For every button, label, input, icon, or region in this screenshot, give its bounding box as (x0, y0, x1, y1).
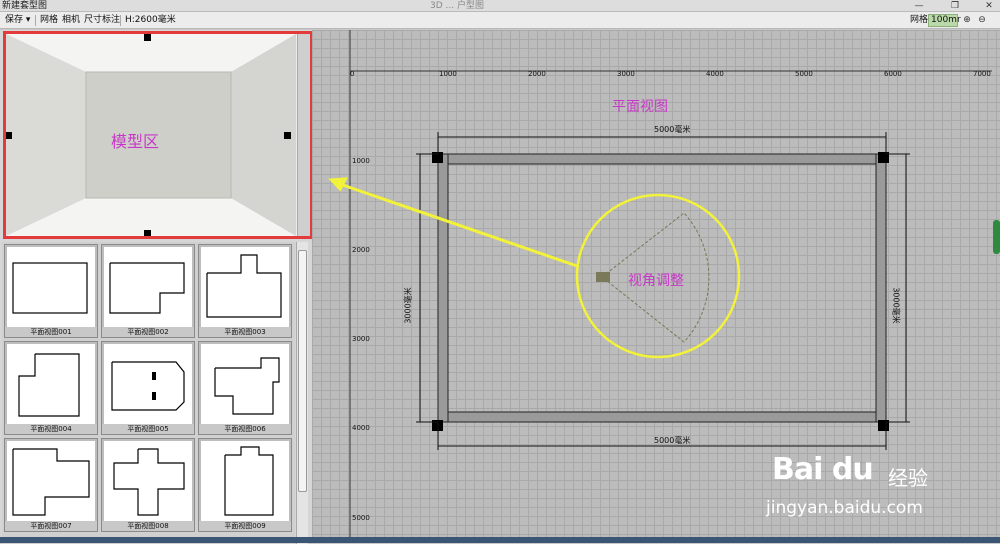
toolbar: 保存 ▾ 网格 相机 尺寸标注 H:2600毫米 网格 100mr ⊕ ⊖ (0, 12, 1000, 29)
zoom-select[interactable]: 100mr (928, 14, 961, 27)
zoom-in-icon[interactable]: ⊕ (960, 14, 974, 27)
minimize-icon[interactable]: — (912, 0, 926, 12)
camera-icon (596, 272, 610, 282)
model-area-label: 模型区 (111, 132, 160, 151)
dimension-button[interactable]: 尺寸标注 (82, 12, 122, 29)
dropdown-icon: ▾ (25, 15, 31, 25)
save-label: 保存 (5, 15, 24, 25)
floor-plan-preview (104, 344, 192, 424)
close-icon[interactable]: ✕ (982, 0, 996, 12)
camera-button[interactable]: 相机 (60, 12, 82, 29)
left-pane: 模型区 平面视图001 平面视图002 平面视图003 平面视图004 平面视图… (0, 30, 313, 544)
thumbnail-item[interactable]: 平面视图008 (101, 438, 195, 532)
thumbnail-item[interactable]: 平面视图007 (4, 438, 98, 532)
watermark: Bai du 经验 jingyan.baidu.com (760, 440, 980, 530)
save-button[interactable]: 保存 ▾ (3, 12, 32, 29)
thumbnail-grid: 平面视图001 平面视图002 平面视图003 平面视图004 平面视图005 … (2, 242, 295, 544)
floor-plan-preview (201, 247, 289, 327)
thumbnail-scrollbar[interactable] (296, 242, 308, 544)
thumbnail-label: 平面视图006 (199, 424, 291, 434)
ruler-y-label: 3000 (352, 335, 370, 343)
thumbnail-label: 平面视图009 (199, 521, 291, 531)
ruler-x-label: 0 (350, 70, 355, 78)
thumbnail-label: 平面视图004 (5, 424, 97, 434)
ruler-y-label: 1000 (352, 157, 370, 165)
watermark-logo: Bai du (772, 452, 874, 487)
window-title: 新建套型图 (2, 1, 48, 11)
ruler-x-label: 3000 (617, 70, 635, 78)
floor-plan-preview (201, 441, 289, 521)
grid-button[interactable]: 网格 (38, 12, 60, 29)
thumbnail-label: 平面视图008 (102, 521, 194, 531)
thumbnail-label: 平面视图005 (102, 424, 194, 434)
watermark-url: jingyan.baidu.com (766, 498, 923, 518)
model-area[interactable]: 模型区 (3, 31, 313, 239)
ruler-x-label: 2000 (528, 70, 546, 78)
floor-plan-preview (201, 344, 289, 424)
ruler-x-label: 7000 (973, 70, 991, 78)
thumbnail-label: 平面视图001 (5, 327, 97, 337)
side-handle[interactable] (993, 220, 1000, 254)
toolbar-divider (35, 15, 36, 26)
ruler-y-label: 2000 (352, 246, 370, 254)
ruler-y-label: 4000 (352, 424, 370, 432)
title-bar: 新建套型图 3D ... 户型图 (0, 0, 1000, 12)
model-scrollbar[interactable] (297, 34, 310, 236)
arrowhead (328, 177, 348, 192)
right-grid-label: 网格 (910, 15, 929, 25)
thumbnail-item[interactable]: 平面视图001 (4, 244, 98, 338)
thumbnail-label: 平面视图007 (5, 521, 97, 531)
plan-view-title: 平面视图 (612, 99, 668, 115)
thumbnail-item[interactable]: 平面视图005 (101, 341, 195, 435)
watermark-cn: 经验 (888, 466, 928, 490)
floor-plan-preview (7, 247, 95, 327)
window-center-title: 3D ... 户型图 (430, 1, 484, 11)
floor-plan-preview (7, 344, 95, 424)
ruler-y-label: 5000 (352, 514, 370, 522)
ruler-x-label: 1000 (439, 70, 457, 78)
zoom-out-icon[interactable]: ⊖ (975, 14, 989, 27)
ruler-x-label: 6000 (884, 70, 902, 78)
view-angle-label: 视角调整 (628, 273, 684, 289)
restore-icon[interactable]: ❐ (948, 0, 962, 12)
ruler-x-label: 5000 (795, 70, 813, 78)
floor-plan-preview (104, 247, 192, 327)
thumbnail-label: 平面视图002 (102, 327, 194, 337)
floor-plan-preview (7, 441, 95, 521)
thumbnail-label: 平面视图003 (199, 327, 291, 337)
scrollbar-thumb[interactable] (298, 250, 307, 492)
thumbnail-item[interactable]: 平面视图004 (4, 341, 98, 435)
ruler-x-label: 4000 (706, 70, 724, 78)
toolbar-divider (120, 15, 121, 26)
thumbnail-item[interactable]: 平面视图006 (198, 341, 292, 435)
floor-plan-preview (104, 441, 192, 521)
dimension-bottom: 5000毫米 (654, 436, 691, 445)
dimension-right: 3000毫米 (891, 287, 901, 324)
thumbnail-item[interactable]: 平面视图003 (198, 244, 292, 338)
taskbar (0, 537, 1000, 543)
thumbnail-item[interactable]: 平面视图002 (101, 244, 195, 338)
dimension-left: 3000毫米 (403, 287, 413, 324)
dimension-top: 5000毫米 (654, 125, 691, 134)
height-readout: H:2600毫米 (125, 15, 176, 25)
thumbnail-item[interactable]: 平面视图009 (198, 438, 292, 532)
